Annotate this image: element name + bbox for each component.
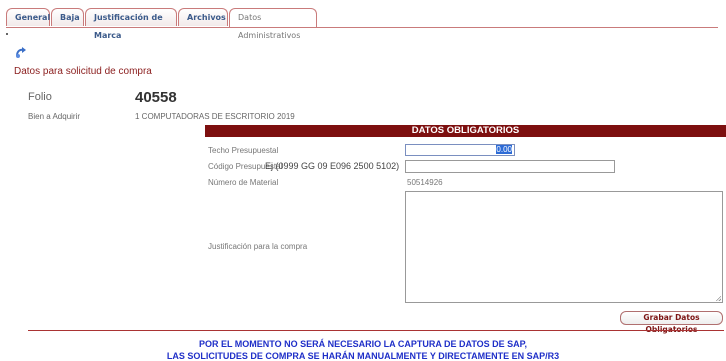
divider bbox=[28, 330, 724, 331]
section-title: Datos para solicitud de compra bbox=[14, 66, 152, 77]
tab-datos-administrativos[interactable]: Datos Administrativos bbox=[229, 8, 317, 40]
tab-archivos[interactable]: Archivos bbox=[178, 8, 228, 26]
resize-grip-icon[interactable] bbox=[715, 295, 721, 301]
notice-line-1: POR EL MOMENTO NO SERÁ NECESARIO LA CAPT… bbox=[198, 339, 528, 349]
justificacion-textarea[interactable] bbox=[405, 191, 723, 303]
obligatorios-header: DATOS OBLIGATORIOS bbox=[205, 125, 726, 137]
tab-general[interactable]: General bbox=[6, 8, 50, 26]
material-value: 50514926 bbox=[407, 178, 443, 187]
codigo-hint: Ej (0999 GG 09 E096 2500 5102) bbox=[265, 161, 400, 171]
techo-value: 0.00 bbox=[496, 145, 512, 154]
bien-value: 1 COMPUTADORAS DE ESCRITORIO 2019 bbox=[135, 112, 295, 121]
tab-baja[interactable]: Baja bbox=[51, 8, 84, 26]
codigo-input[interactable] bbox=[405, 160, 615, 173]
folio-label: Folio bbox=[28, 91, 52, 103]
tab-bar: General Baja Justificación de Marca Arch… bbox=[6, 4, 726, 40]
marker-dot bbox=[6, 33, 8, 35]
save-button[interactable]: Grabar Datos Obligatorios bbox=[620, 311, 723, 334]
tab-justificacion-marca[interactable]: Justificación de Marca bbox=[85, 8, 177, 40]
techo-input[interactable]: 0.00 bbox=[405, 144, 515, 156]
material-label: Número de Material bbox=[208, 178, 279, 187]
folio-value: 40558 bbox=[135, 89, 177, 106]
justificacion-label: Justificación para la compra bbox=[208, 242, 308, 251]
bien-label: Bien a Adquirir bbox=[28, 112, 81, 121]
techo-label: Techo Presupuestal bbox=[208, 146, 279, 155]
recycle-arrow-icon[interactable] bbox=[14, 47, 28, 59]
